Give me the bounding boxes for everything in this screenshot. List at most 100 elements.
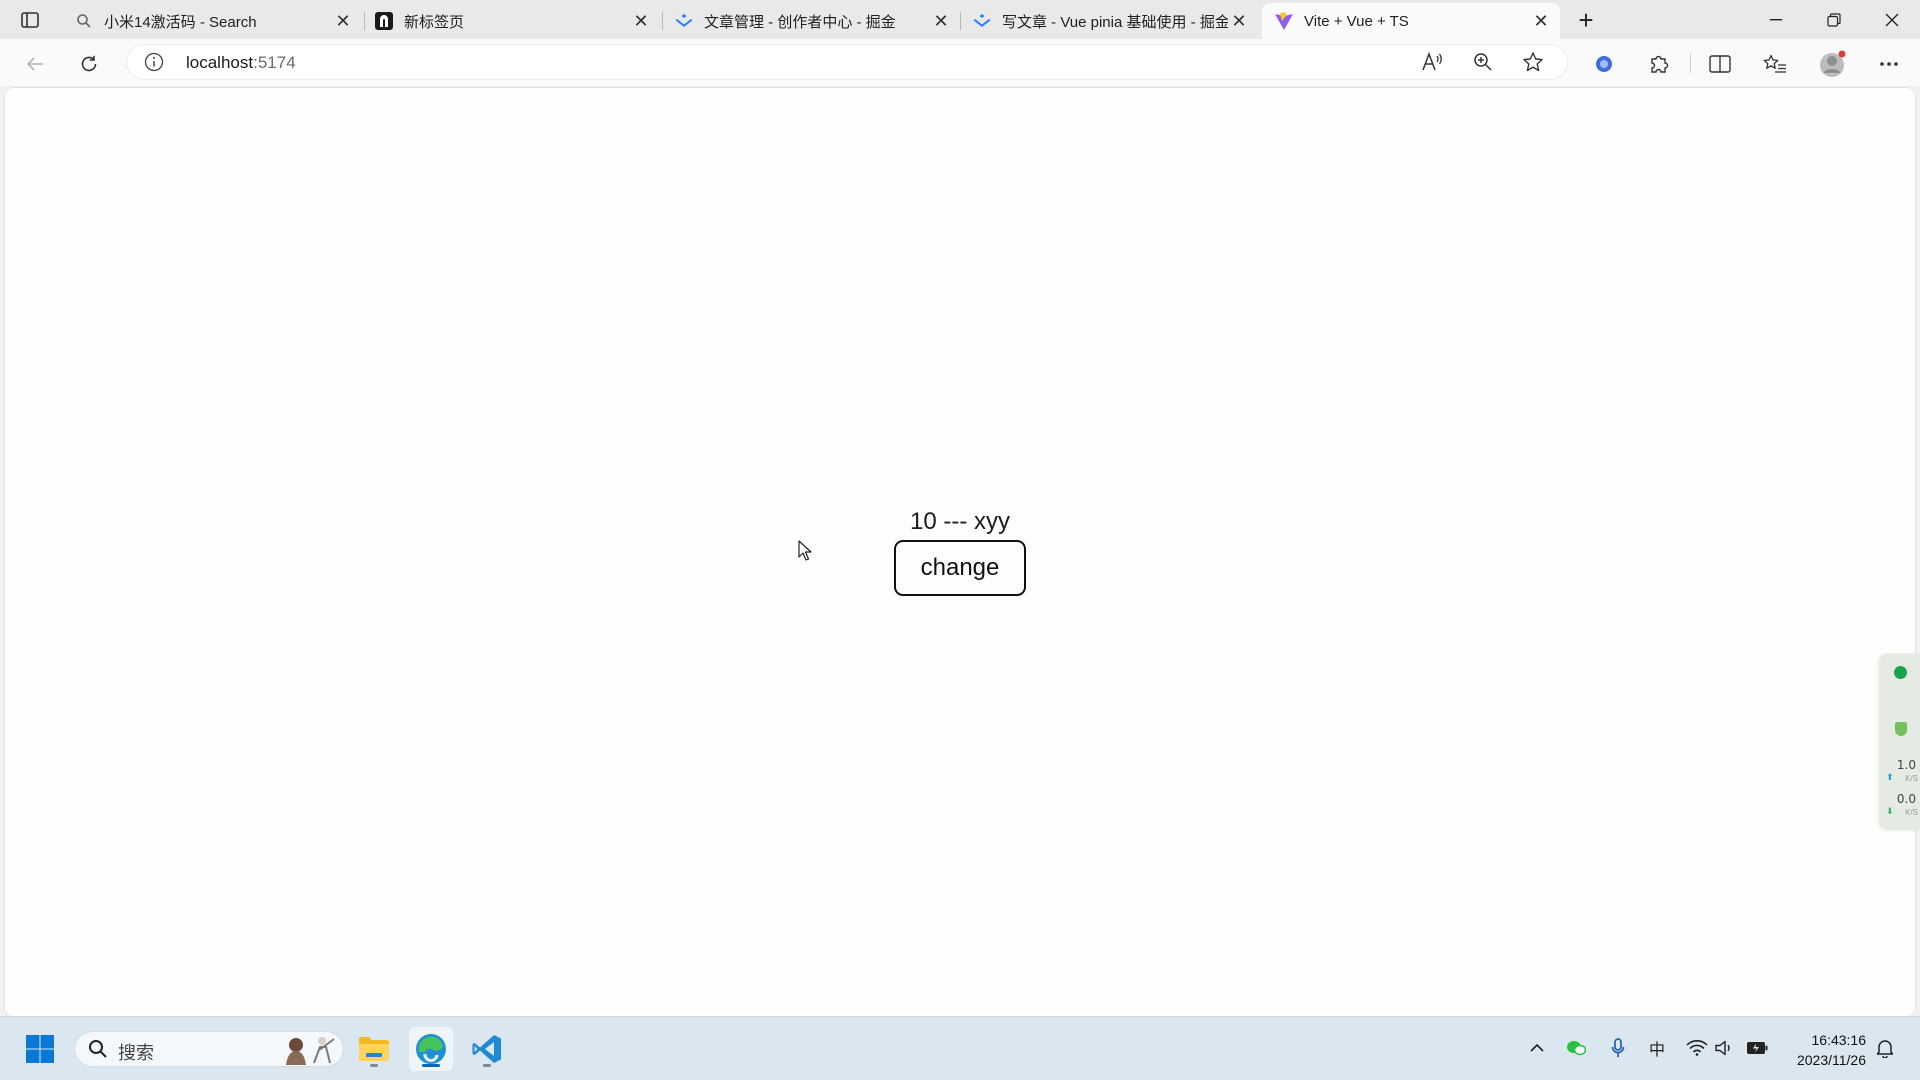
zoom-in-icon bbox=[1474, 53, 1492, 71]
wechat-icon bbox=[1567, 1041, 1586, 1056]
tab-juejin-articles[interactable]: 文章管理 - 创作者中心 - 掘金 ✕ bbox=[662, 3, 960, 39]
extensions-button[interactable] bbox=[1644, 49, 1674, 79]
read-aloud-button[interactable] bbox=[1418, 47, 1448, 77]
taskbar-search-box[interactable]: 搜索 bbox=[74, 1031, 344, 1067]
wechat-tray-button[interactable] bbox=[1563, 1035, 1589, 1061]
upload-speed-value: 1.0 bbox=[1896, 758, 1916, 772]
running-indicator bbox=[370, 1064, 378, 1067]
microphone-tray-button[interactable] bbox=[1605, 1035, 1631, 1061]
refresh-icon bbox=[81, 55, 97, 72]
close-tab-icon[interactable]: ✕ bbox=[630, 10, 652, 32]
read-aloud-icon bbox=[1422, 52, 1442, 71]
split-screen-icon bbox=[1709, 55, 1731, 73]
close-window-button[interactable] bbox=[1864, 0, 1920, 39]
download-speed-value: 0.0 bbox=[1896, 792, 1916, 806]
search-placeholder: 搜索 bbox=[118, 1043, 154, 1063]
tab-title: Vite + Vue + TS bbox=[1304, 12, 1409, 30]
vite-icon bbox=[1274, 11, 1294, 31]
microphone-icon bbox=[1611, 1038, 1625, 1057]
windows-taskbar: 搜索 中 16:43:16 2023/11/26 bbox=[0, 1016, 1920, 1080]
file-explorer-button[interactable] bbox=[352, 1027, 396, 1071]
close-tab-icon[interactable]: ✕ bbox=[332, 10, 354, 32]
split-screen-button[interactable] bbox=[1705, 49, 1735, 79]
browser-toolbar: localhost:5174 bbox=[0, 39, 1920, 86]
clock-date: 2023/11/26 bbox=[1796, 1052, 1866, 1068]
restore-icon bbox=[1827, 12, 1841, 27]
url-host: localhost bbox=[186, 53, 254, 72]
address-bar[interactable]: localhost:5174 bbox=[126, 44, 1568, 80]
browser-tab-strip: 小米14激活码 - Search ✕ 新标签页 ✕ 文章管理 - 创作者中心 -… bbox=[0, 0, 1920, 39]
juejin-icon bbox=[972, 11, 992, 31]
more-options-icon bbox=[1880, 62, 1898, 66]
search-icon bbox=[74, 11, 94, 31]
input-method-indicator[interactable]: 中 bbox=[1644, 1035, 1670, 1061]
running-indicator bbox=[483, 1064, 491, 1067]
tab-search[interactable]: 小米14激活码 - Search ✕ bbox=[62, 3, 362, 39]
new-tab-page-icon bbox=[374, 11, 394, 31]
chevron-up-icon bbox=[1530, 1043, 1544, 1052]
notifications-button[interactable] bbox=[1872, 1035, 1898, 1061]
tab-actions-menu-button[interactable] bbox=[14, 8, 46, 32]
tab-vite-app[interactable]: Vite + Vue + TS ✕ bbox=[1262, 3, 1560, 39]
site-info-icon[interactable] bbox=[144, 52, 164, 72]
start-button[interactable] bbox=[18, 1027, 62, 1071]
windows-logo-icon bbox=[26, 1035, 54, 1063]
tab-actions-icon bbox=[21, 12, 39, 28]
favorite-star-button[interactable] bbox=[1518, 47, 1548, 77]
vscode-button[interactable] bbox=[465, 1027, 509, 1071]
tab-new-tab[interactable]: 新标签页 ✕ bbox=[362, 3, 660, 39]
puzzle-icon bbox=[1651, 55, 1669, 73]
upload-speed-unit: K/S bbox=[1905, 774, 1918, 783]
extension-badge-icon bbox=[1596, 56, 1612, 72]
tab-title: 新标签页 bbox=[404, 13, 465, 31]
close-tab-icon[interactable]: ✕ bbox=[1530, 10, 1552, 32]
change-button[interactable]: change bbox=[894, 540, 1026, 596]
url-text: localhost:5174 bbox=[186, 53, 296, 73]
back-button[interactable] bbox=[20, 49, 50, 79]
refresh-button[interactable] bbox=[74, 49, 104, 79]
battery-tray-button[interactable] bbox=[1744, 1035, 1770, 1061]
avatar-icon bbox=[1820, 50, 1846, 77]
network-monitor-widget[interactable]: 1.0 ⬆ K/S 0.0 ⬇ K/S bbox=[1880, 654, 1920, 830]
wifi-icon bbox=[1686, 1040, 1708, 1056]
tab-title: 写文章 - Vue pinia 基础使用 - 掘金 bbox=[1002, 13, 1228, 31]
tab-title: 小米14激活码 - Search bbox=[104, 13, 257, 31]
search-highlight-illustration-icon bbox=[286, 1037, 335, 1065]
extension-button[interactable] bbox=[1589, 49, 1619, 79]
desktop-screen: 小米14激活码 - Search ✕ 新标签页 ✕ 文章管理 - 创作者中心 -… bbox=[0, 0, 1920, 1080]
wifi-tray-button[interactable] bbox=[1684, 1035, 1710, 1061]
favorites-list-icon bbox=[1763, 54, 1786, 73]
star-icon bbox=[1523, 52, 1543, 72]
volume-tray-button[interactable] bbox=[1712, 1035, 1738, 1061]
status-dot bbox=[1894, 666, 1907, 679]
show-hidden-icons-button[interactable] bbox=[1524, 1035, 1550, 1061]
favorites-button[interactable] bbox=[1760, 49, 1790, 79]
state-display-text: 10 --- xyy bbox=[909, 508, 1010, 535]
close-icon bbox=[1885, 13, 1899, 26]
close-tab-icon[interactable]: ✕ bbox=[930, 10, 952, 32]
tab-juejin-write[interactable]: 写文章 - Vue pinia 基础使用 - 掘金 ✕ bbox=[960, 3, 1258, 39]
folder-icon bbox=[359, 1037, 389, 1061]
profile-button[interactable] bbox=[1818, 49, 1848, 79]
battery-icon bbox=[1747, 1042, 1768, 1054]
zoom-button[interactable] bbox=[1468, 47, 1498, 77]
tab-title: 文章管理 - 创作者中心 - 掘金 bbox=[704, 13, 896, 31]
juejin-icon bbox=[674, 11, 694, 31]
bell-icon bbox=[1876, 1040, 1894, 1058]
edge-browser-button[interactable] bbox=[409, 1027, 453, 1071]
back-arrow-icon bbox=[26, 57, 43, 71]
edge-icon bbox=[416, 1034, 446, 1064]
active-app-indicator bbox=[422, 1064, 440, 1067]
url-port: :5174 bbox=[253, 53, 296, 72]
new-tab-button[interactable]: + bbox=[1572, 5, 1600, 35]
search-icon bbox=[89, 1040, 107, 1058]
restore-button[interactable] bbox=[1806, 0, 1862, 39]
clock-time: 16:43:16 bbox=[1811, 1032, 1867, 1048]
settings-menu-button[interactable] bbox=[1874, 49, 1904, 79]
close-tab-icon[interactable]: ✕ bbox=[1228, 10, 1250, 32]
speaker-icon bbox=[1715, 1040, 1730, 1056]
mouse-cursor-icon bbox=[798, 540, 812, 561]
minimize-button[interactable] bbox=[1748, 0, 1804, 39]
taskbar-clock[interactable]: 16:43:16 2023/11/26 bbox=[1780, 1030, 1866, 1070]
minimize-icon bbox=[1770, 18, 1782, 20]
